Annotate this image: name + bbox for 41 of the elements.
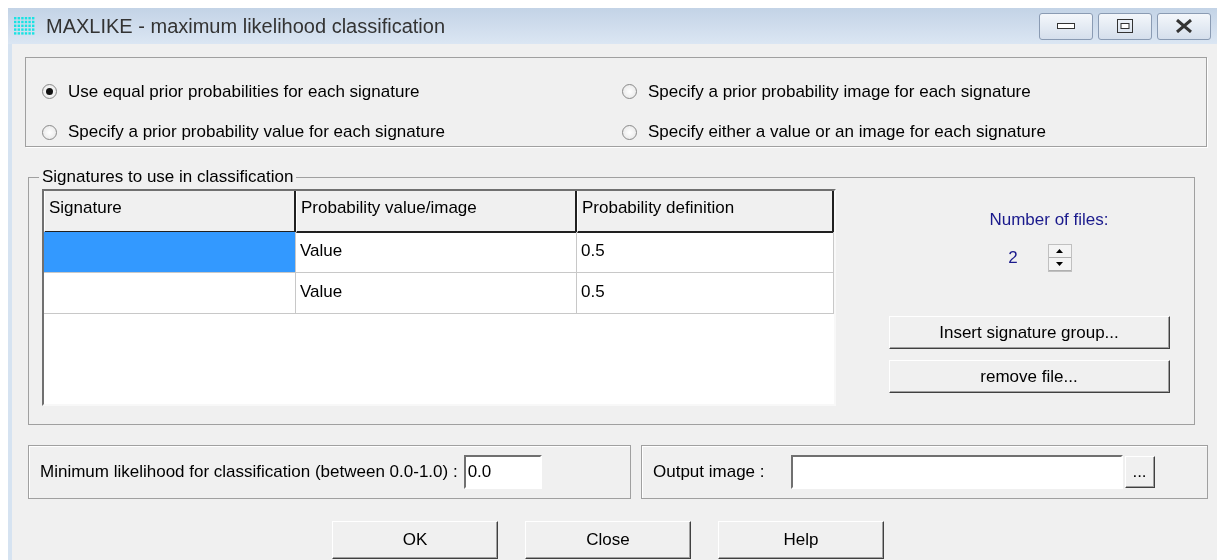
radio-button[interactable] (42, 84, 57, 100)
output-label: Output image : (653, 462, 765, 482)
close-icon (1175, 19, 1193, 33)
remove-file-button[interactable]: remove file... (888, 360, 1170, 393)
radio-button[interactable] (622, 84, 637, 100)
table-cell: Value (296, 273, 577, 314)
insert-group-button[interactable]: Insert signature group... (888, 316, 1170, 349)
radio-option[interactable]: Use equal prior probabilities for each signature (42, 78, 622, 106)
table-cell: 0.5 (577, 273, 834, 314)
radio-option[interactable]: Specify a prior probability value for each signature (42, 118, 622, 146)
output-field[interactable] (790, 455, 1123, 489)
dialog-button[interactable]: OK (332, 521, 498, 559)
column-header[interactable]: Probability value/image (296, 191, 577, 233)
maximize-button[interactable] (1098, 12, 1152, 40)
minimize-icon (1057, 23, 1075, 29)
up-arrow-icon (1056, 249, 1064, 253)
likelihood-field[interactable]: 0.0 (463, 455, 542, 489)
signature-cell[interactable] (44, 273, 296, 314)
spinner[interactable] (1047, 244, 1072, 272)
signature-cell[interactable] (44, 232, 296, 273)
column-header[interactable]: Probability definition (577, 191, 834, 233)
window-title: MAXLIKE - maximum likelihood classification (46, 14, 447, 38)
table-cell: 0.5 (577, 232, 834, 273)
radio-button[interactable] (622, 124, 637, 140)
files-count-value: 2 (1008, 248, 1018, 268)
down-arrow-icon (1056, 262, 1064, 266)
browse-button[interactable]: ... (1124, 456, 1155, 488)
radio-option[interactable]: Specify either a value or an image for each signature (622, 118, 1206, 146)
table-cell: Value (296, 232, 577, 273)
app-icon (14, 16, 36, 36)
group-title: Signatures to use in classification (41, 167, 295, 187)
column-header[interactable]: Signature (44, 191, 296, 233)
files-count-label: Number of files: (989, 210, 1109, 230)
close-button[interactable] (1157, 12, 1211, 40)
dialog-button[interactable]: Close (525, 521, 691, 559)
likelihood-label: Minimum likelihood for classification (between 0.0-1.0) : (40, 462, 458, 482)
radio-button[interactable] (42, 124, 57, 140)
maximize-icon (1117, 19, 1133, 33)
dialog-button[interactable]: Help (718, 521, 884, 559)
radio-option[interactable]: Specify a prior probability image for each signature (622, 78, 1206, 106)
minimize-button[interactable] (1039, 12, 1093, 40)
